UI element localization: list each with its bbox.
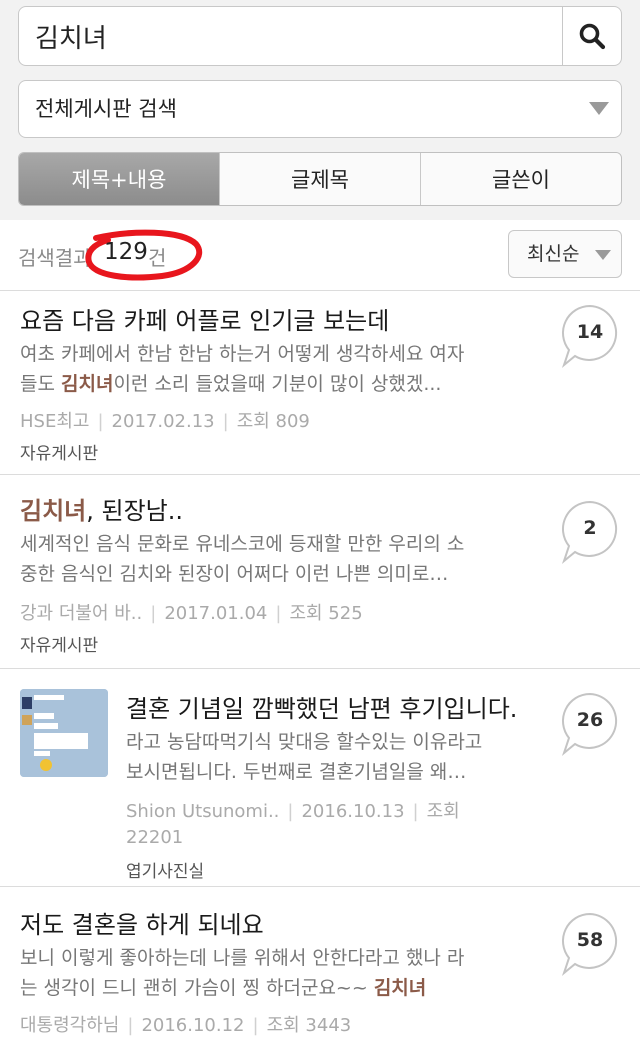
post-meta: Shion Utsunomi.. | 2016.10.13 | 조회 [126,801,460,822]
list-item[interactable]: 김치녀, 된장남.. 세계적인 음식 문화로 유네스코에 등재할 만한 우리의 … [0,474,640,669]
sort-label: 최신순 [527,243,580,265]
comment-count: 14 [576,321,604,343]
post-board: 자유게시판 [20,444,99,464]
snippet-line: 라고 농담따먹기식 맞대응 할수있는 이유라고 [126,731,483,753]
post-title[interactable]: 저도 결혼을 하게 되네요 [20,905,264,940]
post-snippet: 세계적인 음식 문화로 유네스코에 등재할 만한 우리의 소 중한 음식인 김치… [20,529,560,589]
search-icon [579,23,606,50]
post-author: HSE최고 [20,411,90,432]
post-meta: 대통령각하님 | 2016.10.12 | 조회 3443 [20,1015,352,1036]
dropdown-arrow-icon [595,250,611,260]
snippet-line: 는 생각이 드니 괜히 가슴이 찡 하더군요~~ 김치녀 [20,973,560,1003]
post-title[interactable]: 김치녀, 된장남.. [20,491,183,526]
result-bar: 검색결과 129 건 최신순 [0,220,640,290]
search-scope-tabs: 제목+내용 글제목 글쓴이 [18,152,622,206]
search-button[interactable] [562,7,621,65]
comment-count-badge[interactable]: 58 [560,911,620,976]
list-item[interactable]: 결혼 기념일 깜빡했던 남편 후기입니다. 라고 농담따먹기식 맞대응 할수있는… [0,668,640,887]
title-text: , 된장남.. [86,497,184,525]
tab-author[interactable]: 글쓴이 [420,153,621,205]
search-input[interactable] [35,7,565,65]
post-board: 엽기사진실 [126,862,205,882]
post-snippet: 라고 농담따먹기식 맞대응 할수있는 이유라고 보시면됩니다. 두번째로 결혼기… [126,727,556,787]
board-select[interactable]: 전체게시판 검색 [18,80,622,138]
post-views-value: 22201 [126,827,184,848]
post-views-label: 조회 [426,801,460,822]
snippet-line: 중한 음식인 김치와 된장이 어쩌다 이런 나쁜 의미로… [20,563,449,585]
keyword-highlight: 김치녀 [373,977,427,999]
snippet-line: 여초 카페에서 한남 한남 하는거 어떻게 생각하세요 여자 [20,343,465,365]
comment-count: 26 [576,709,604,731]
post-date: 2016.10.13 [301,801,405,822]
post-title[interactable]: 요즘 다음 카페 어플로 인기글 보는데 [20,301,389,336]
snippet-line: 보시면됩니다. 두번째로 결혼기념일을 왜… [126,761,467,783]
comment-count-badge[interactable]: 26 [560,691,620,756]
post-date: 2017.02.13 [111,411,215,432]
list-item[interactable]: 저도 결혼을 하게 되네요 보니 이렇게 좋아하는데 나를 위해서 안한다라고 … [0,886,640,1036]
post-thumbnail[interactable] [20,689,108,777]
post-title[interactable]: 결혼 기념일 깜빡했던 남편 후기입니다. [126,689,517,724]
snippet-text: 이런 소리 들었을때 기분이 많이 상했겠... [113,373,442,395]
post-snippet: 보니 이렇게 좋아하는데 나를 위해서 안한다라고 했나 라 는 생각이 드니 … [20,943,560,1003]
post-views: 조회 525 [289,603,363,624]
snippet-line: 들도 김치녀이런 소리 들었을때 기분이 많이 상했겠... [20,369,560,399]
keyword-highlight: 김치녀 [20,497,87,525]
snippet-text: 는 생각이 드니 괜히 가슴이 찡 하더군요~~ [20,977,374,999]
post-author: Shion Utsunomi.. [126,801,280,822]
search-panel: 전체게시판 검색 제목+내용 글제목 글쓴이 [0,0,640,220]
tab-title-content[interactable]: 제목+내용 [19,153,219,205]
comment-count-badge[interactable]: 14 [560,303,620,368]
list-item[interactable]: 요즘 다음 카페 어플로 인기글 보는데 여초 카페에서 한남 한남 하는거 어… [0,290,640,475]
comment-count: 2 [583,517,597,539]
post-snippet: 여초 카페에서 한남 한남 하는거 어떻게 생각하세요 여자 들도 김치녀이런 … [20,339,560,399]
snippet-line: 보니 이렇게 좋아하는데 나를 위해서 안한다라고 했나 라 [20,947,465,969]
dropdown-arrow-icon [589,102,609,115]
chat-screenshot-thumbnail [20,689,108,777]
post-board: 자유게시판 [20,636,99,656]
post-author: 강과 더불어 바.. [20,603,143,624]
keyword-highlight: 김치녀 [61,373,114,395]
comment-count-badge[interactable]: 2 [560,499,620,564]
post-date: 2017.01.04 [164,603,268,624]
snippet-text: 들도 [20,373,61,395]
board-select-value: 전체게시판 검색 [35,97,177,121]
tab-title[interactable]: 글제목 [219,153,420,205]
result-label: 검색결과 [18,246,92,270]
result-unit: 건 [148,246,167,270]
snippet-line: 세계적인 음식 문화로 유네스코에 등재할 만한 우리의 소 [20,533,465,555]
post-meta: 강과 더불어 바.. | 2017.01.04 | 조회 525 [20,603,363,624]
result-count: 129 [104,239,148,265]
post-views: 조회 809 [236,411,310,432]
sort-dropdown[interactable]: 최신순 [508,230,622,278]
search-box [18,6,622,66]
post-meta: HSE최고 | 2017.02.13 | 조회 809 [20,411,310,432]
comment-count: 58 [576,929,604,951]
